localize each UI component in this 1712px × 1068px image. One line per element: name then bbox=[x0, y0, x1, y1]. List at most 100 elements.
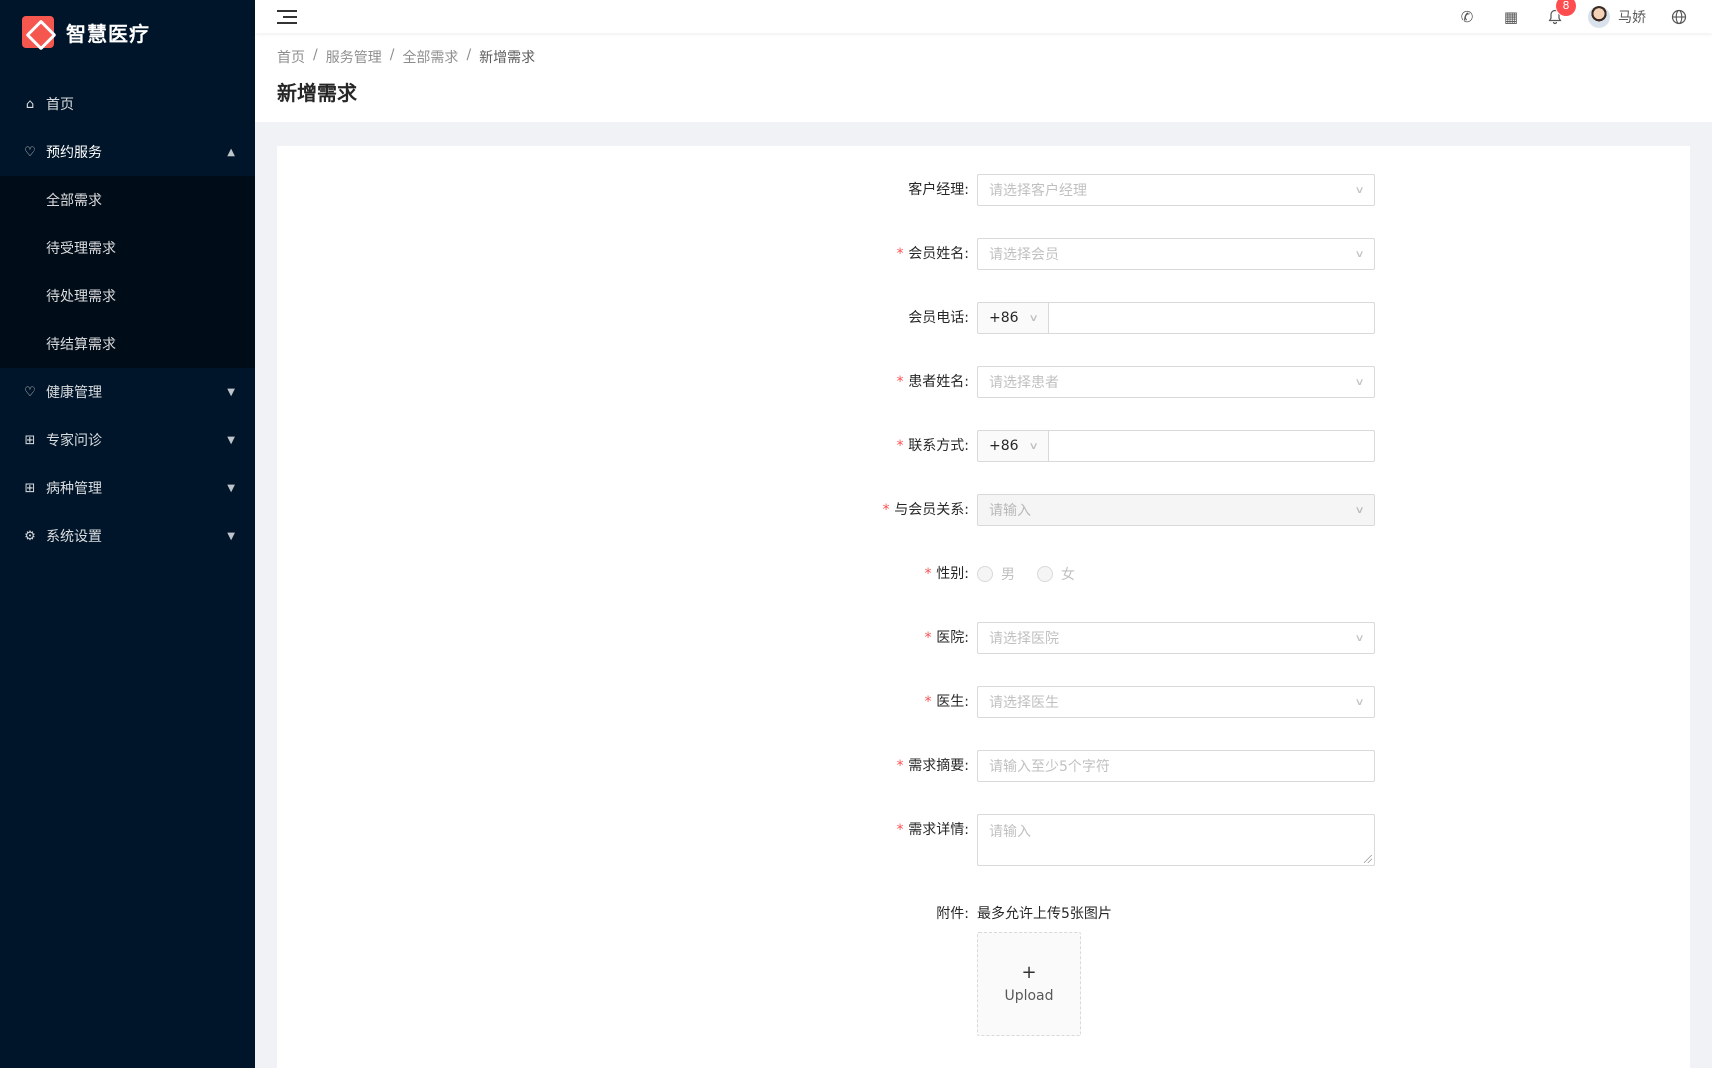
relation-label: * 与会员关系: bbox=[881, 502, 969, 518]
form-row-hospital: * 医院: 请选择医院 ∨ bbox=[277, 622, 1690, 654]
bell-icon[interactable]: 8 bbox=[1544, 0, 1576, 28]
manager-placeholder: 请选择客户经理 bbox=[989, 183, 1087, 199]
form-row-manager: 客户经理: 请选择客户经理 ∨ bbox=[277, 174, 1690, 206]
form-row-contact: * 联系方式: +86 ∨ bbox=[277, 430, 1690, 462]
gear-icon: ⚙ bbox=[24, 528, 36, 544]
form-row-summary: * 需求摘要: 请输入至少5个字符 bbox=[277, 750, 1690, 782]
chevron-down-icon: ∨ bbox=[1354, 504, 1365, 516]
app-title: 智慧医疗 bbox=[66, 21, 150, 46]
breadcrumb-separator: / bbox=[389, 47, 395, 63]
sidebar-item-settings[interactable]: ⚙ 系统设置 ▼ bbox=[0, 512, 255, 560]
form-row-member-phone: 会员电话: +86 ∨ bbox=[277, 302, 1690, 334]
summary-input[interactable]: 请输入至少5个字符 bbox=[977, 750, 1375, 782]
sidebar-item-label: 首页 bbox=[46, 97, 74, 113]
form-row-patient-name: * 患者姓名: 请选择患者 ∨ bbox=[277, 366, 1690, 398]
patient-name-label: * 患者姓名: bbox=[895, 374, 969, 390]
contact-phone-group: +86 ∨ bbox=[977, 430, 1375, 462]
manager-select[interactable]: 请选择客户经理 ∨ bbox=[977, 174, 1375, 206]
breadcrumb: 首页 / 服务管理 / 全部需求 / 新增需求 bbox=[277, 47, 1690, 67]
chevron-up-icon: ▲ bbox=[227, 146, 235, 158]
app-root: 智慧医疗 ⌂ 首页 ♡ 预约服务 ▲ 全部需求 待受理需求 待处理需求 待结算需… bbox=[0, 0, 1712, 1068]
member-name-placeholder: 请选择会员 bbox=[989, 247, 1059, 263]
form-row-relation: * 与会员关系: 请输入 ∨ bbox=[277, 494, 1690, 526]
relation-placeholder: 请输入 bbox=[989, 503, 1031, 519]
heartbeat-icon: ♡ bbox=[24, 384, 36, 400]
contact-label: * 联系方式: bbox=[895, 438, 969, 454]
member-phone-input[interactable] bbox=[1048, 302, 1375, 334]
medical-box-icon: ⊞ bbox=[24, 480, 36, 496]
sidebar-item-disease[interactable]: ⊞ 病种管理 ▼ bbox=[0, 464, 255, 512]
top-header: ✆ ▦ 8 马娇 bbox=[255, 0, 1712, 33]
menu-fold-icon[interactable] bbox=[277, 7, 297, 27]
summary-placeholder: 请输入至少5个字符 bbox=[989, 759, 1110, 775]
breadcrumb-separator: / bbox=[313, 47, 318, 63]
chevron-down-icon: ∨ bbox=[1354, 632, 1365, 644]
upload-button[interactable]: + Upload bbox=[977, 932, 1081, 1036]
breadcrumb-all-requests[interactable]: 全部需求 bbox=[402, 47, 458, 67]
gender-radio-group: 男 女 bbox=[977, 558, 1375, 590]
user-menu[interactable]: 马娇 bbox=[1588, 5, 1646, 28]
form-row-member-name: * 会员姓名: 请选择会员 ∨ bbox=[277, 238, 1690, 270]
hospital-select[interactable]: 请选择医院 ∨ bbox=[977, 622, 1375, 654]
member-phone-prefix-select[interactable]: +86 ∨ bbox=[977, 302, 1048, 334]
sidebar-item-label: 专家问诊 bbox=[46, 433, 102, 449]
doctor-select[interactable]: 请选择医生 ∨ bbox=[977, 686, 1375, 718]
form-row-gender: * 性别: 男 女 bbox=[277, 558, 1690, 590]
doctor-label: * 医生: bbox=[923, 694, 969, 710]
avatar bbox=[1588, 5, 1610, 28]
breadcrumb-service-management[interactable]: 服务管理 bbox=[326, 47, 382, 67]
member-name-label: * 会员姓名: bbox=[895, 246, 969, 262]
chevron-down-icon: ▼ bbox=[227, 530, 235, 542]
chevron-down-icon: ▼ bbox=[227, 386, 235, 398]
patient-name-select[interactable]: 请选择患者 ∨ bbox=[977, 366, 1375, 398]
logo[interactable]: 智慧医疗 bbox=[0, 0, 255, 64]
member-name-select[interactable]: 请选择会员 ∨ bbox=[977, 238, 1375, 270]
detail-placeholder: 请输入 bbox=[989, 824, 1031, 840]
gender-radio-male[interactable]: 男 bbox=[977, 564, 1015, 584]
content-area: 客户经理: 请选择客户经理 ∨ * 会员姓名: 请选择会员 ∨ 会员电话: +8… bbox=[255, 122, 1712, 1068]
summary-label: * 需求摘要: bbox=[895, 758, 969, 774]
sidebar-item-health[interactable]: ♡ 健康管理 ▼ bbox=[0, 368, 255, 416]
sidebar-item-pending-accept[interactable]: 待受理需求 bbox=[0, 224, 255, 272]
chevron-down-icon: ▼ bbox=[227, 434, 235, 446]
home-icon: ⌂ bbox=[25, 96, 35, 112]
relation-select[interactable]: 请输入 ∨ bbox=[977, 494, 1375, 526]
sidebar-item-label: 预约服务 bbox=[46, 145, 102, 161]
attachment-label: 附件: bbox=[936, 906, 969, 922]
sidebar-item-label: 健康管理 bbox=[46, 385, 102, 401]
prefix-value: +86 bbox=[989, 310, 1019, 326]
sidebar-item-pending-settle[interactable]: 待结算需求 bbox=[0, 320, 255, 368]
breadcrumb-home[interactable]: 首页 bbox=[277, 47, 305, 67]
chevron-down-icon: ∨ bbox=[1354, 376, 1365, 388]
contact-prefix-select[interactable]: +86 ∨ bbox=[977, 430, 1048, 462]
apps-icon[interactable]: ▦ bbox=[1500, 6, 1522, 28]
sidebar-item-home[interactable]: ⌂ 首页 bbox=[0, 80, 255, 128]
globe-icon[interactable] bbox=[1668, 6, 1690, 28]
sidebar-item-pending-process[interactable]: 待处理需求 bbox=[0, 272, 255, 320]
sidebar-item-label: 系统设置 bbox=[46, 529, 102, 545]
chevron-down-icon: ∨ bbox=[1028, 440, 1039, 452]
main-area: ✆ ▦ 8 马娇 首页 / 服务管理 / 全部需求 / 新增需求 新增需求 客户… bbox=[255, 0, 1712, 1068]
chevron-down-icon: ∨ bbox=[1028, 312, 1039, 324]
chevron-down-icon: ▼ bbox=[227, 482, 235, 494]
sidebar-item-appointment[interactable]: ♡ 预约服务 ▲ bbox=[0, 128, 255, 176]
upload-label: Upload bbox=[1004, 988, 1054, 1004]
gender-radio-female[interactable]: 女 bbox=[1037, 564, 1075, 584]
submenu-appointment: 全部需求 待受理需求 待处理需求 待结算需求 bbox=[0, 176, 255, 368]
form-row-detail: * 需求详情: 请输入 bbox=[277, 814, 1690, 866]
form-card: 客户经理: 请选择客户经理 ∨ * 会员姓名: 请选择会员 ∨ 会员电话: +8… bbox=[277, 146, 1690, 1068]
sidebar-item-all-requests[interactable]: 全部需求 bbox=[0, 176, 255, 224]
user-name: 马娇 bbox=[1618, 9, 1646, 26]
sidebar-item-label: 病种管理 bbox=[46, 481, 102, 497]
phone-icon[interactable]: ✆ bbox=[1456, 6, 1478, 28]
radio-circle bbox=[977, 566, 993, 582]
contact-input[interactable] bbox=[1048, 430, 1375, 462]
notification-badge: 8 bbox=[1556, 0, 1576, 16]
chevron-down-icon: ∨ bbox=[1354, 248, 1365, 260]
sidebar-item-expert[interactable]: ⊞ 专家问诊 ▼ bbox=[0, 416, 255, 464]
manager-label: 客户经理: bbox=[908, 182, 969, 198]
header-actions: ✆ ▦ 8 马娇 bbox=[1456, 0, 1690, 28]
sidebar-menu: ⌂ 首页 ♡ 预约服务 ▲ 全部需求 待受理需求 待处理需求 待结算需求 ♡ 健… bbox=[0, 80, 255, 560]
detail-textarea[interactable]: 请输入 bbox=[977, 814, 1375, 866]
hospital-placeholder: 请选择医院 bbox=[989, 631, 1059, 647]
